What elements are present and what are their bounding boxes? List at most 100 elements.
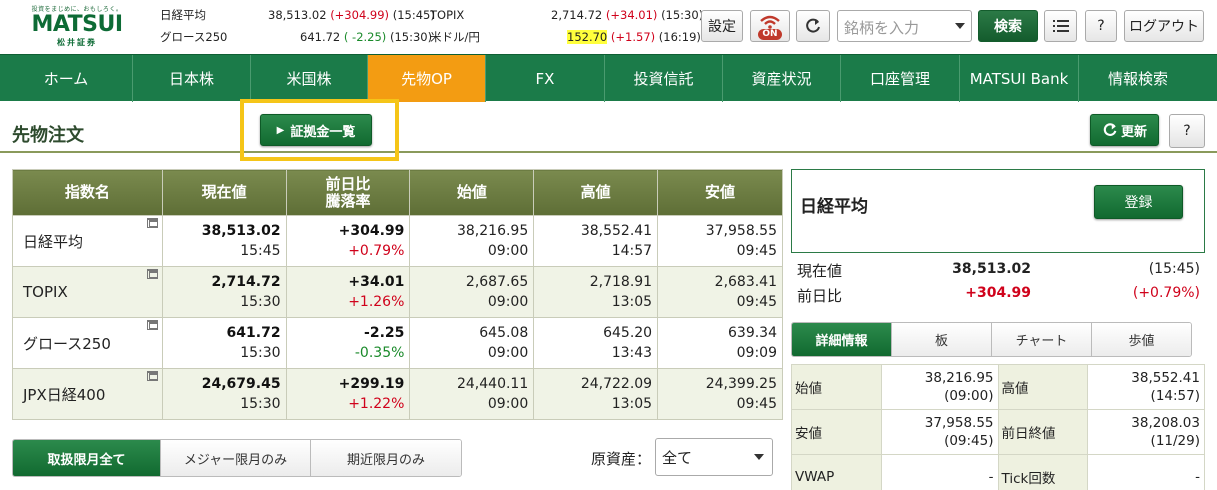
detail-key: 安値 — [791, 409, 882, 455]
popup-window-icon[interactable] — [146, 371, 158, 381]
detail-value-main: 38,216.95 — [924, 370, 994, 386]
col-header-index-name: 指数名 — [12, 169, 163, 216]
ticker-time: (15:30) — [661, 8, 704, 22]
page-title: 先物注文 — [12, 125, 84, 146]
col-header-low: 安値 — [657, 169, 783, 216]
chevron-down-icon — [754, 454, 764, 460]
register-button[interactable]: 登録 — [1094, 185, 1183, 219]
change-pct: (+0.79%) — [1132, 285, 1200, 301]
underlying-selected: 全て — [662, 449, 693, 467]
open-value: 645.08 — [479, 325, 529, 341]
matsui-logo[interactable]: 投資をまじめに、おもしろく。 MATSUI 松井証券 — [22, 4, 132, 50]
refresh-icon — [1103, 123, 1117, 136]
open-cell: 645.08 09:00 — [409, 317, 535, 369]
open-time: 09:00 — [487, 294, 529, 310]
nav-item-japan-stocks[interactable]: 日本株 — [133, 55, 251, 102]
index-name-cell[interactable]: TOPIX — [12, 266, 163, 318]
open-value: 2,687.65 — [465, 274, 529, 290]
nav-item-matsui-bank[interactable]: MATSUI Bank — [960, 55, 1079, 102]
tab-order-book[interactable]: 板 — [892, 323, 992, 356]
margin-list-label: 証拠金一覧 — [290, 124, 356, 140]
table-row[interactable]: JPX日経400 24,679.45 15:30 +299.19 +1.22% 24… — [12, 368, 783, 420]
index-name-cell[interactable]: 日経平均 — [12, 215, 163, 267]
ticker-value: 641.72 — [300, 30, 341, 44]
change-value: +34.01 — [348, 274, 405, 290]
index-table: 指数名 現在値 前日比 騰落率 始値 高値 安値 日経平均 38,513.02 1… — [12, 169, 783, 420]
open-cell: 2,687.65 09:00 — [409, 266, 535, 318]
detail-key: 前日終値 — [997, 409, 1089, 455]
detail-value-sub: (09:45) — [944, 433, 994, 449]
ticker-value: 2,714.72 — [551, 8, 603, 22]
price-time: 15:45 — [240, 243, 281, 259]
table-row[interactable]: 日経平均 38,513.02 15:45 +304.99 +0.79% 38,216… — [12, 215, 783, 267]
nav-item-account[interactable]: 口座管理 — [841, 55, 960, 102]
nav-item-futures-options[interactable]: 先物OP — [368, 55, 486, 102]
underlying-label: 原資産： — [591, 450, 652, 468]
tab-tick-history[interactable]: 歩値 — [1092, 323, 1191, 356]
contract-month-tabs: 取扱限月全て メジャー限月のみ 期近限月のみ — [12, 439, 462, 477]
refresh-button[interactable]: 更新 — [1090, 114, 1159, 146]
tab-near-months[interactable]: 期近限月のみ — [311, 440, 461, 476]
tab-chart[interactable]: チャート — [992, 323, 1092, 356]
search-button[interactable]: 検索 — [978, 10, 1038, 42]
margin-list-button[interactable]: ▶ 証拠金一覧 — [260, 114, 372, 146]
col-header-high: 高値 — [533, 169, 659, 216]
index-name: グロース250 — [23, 334, 111, 353]
tab-detail-info[interactable]: 詳細情報 — [792, 323, 892, 356]
index-name-cell[interactable]: JPX日経400 — [12, 368, 163, 420]
reload-button[interactable] — [796, 10, 830, 42]
popup-window-icon[interactable] — [146, 218, 158, 228]
top-bar: 投資をまじめに、おもしろく。 MATSUI 松井証券 日経平均 38,513.0… — [0, 0, 1217, 54]
popup-window-icon[interactable] — [146, 320, 158, 330]
detail-header-box: 日経平均 登録 — [791, 169, 1205, 253]
nav-item-us-stocks[interactable]: 米国株 — [251, 55, 368, 102]
detail-value-sub: (14:57) — [1150, 388, 1200, 404]
ticker-quote: 2,714.72 (+34.01) (15:30) — [551, 8, 703, 22]
table-row[interactable]: TOPIX 2,714.72 15:30 +34.01 +1.26% 2,687.6… — [12, 266, 783, 318]
low-value: 37,958.55 — [705, 223, 777, 239]
nav-item-info-search[interactable]: 情報検索 — [1079, 55, 1197, 102]
nav-item-investment-trusts[interactable]: 投資信託 — [605, 55, 723, 102]
price-value: 38,513.02 — [201, 223, 281, 239]
change-pct: +1.22% — [348, 396, 405, 412]
wifi-icon — [760, 15, 780, 29]
page-help-button[interactable]: ? — [1169, 114, 1205, 148]
refresh-icon — [806, 18, 820, 33]
logout-button[interactable]: ログアウト — [1124, 10, 1204, 42]
ticker-time: (15:45) — [392, 8, 435, 22]
low-cell: 24,399.25 09:45 — [657, 368, 783, 420]
nav-item-assets[interactable]: 資産状況 — [723, 55, 841, 102]
low-value: 2,683.41 — [714, 274, 777, 290]
tab-all-months[interactable]: 取扱限月全て — [13, 440, 161, 476]
change-pct: -0.35% — [354, 345, 405, 361]
high-cell: 38,552.41 14:57 — [533, 215, 659, 267]
col-header-price: 現在値 — [161, 169, 287, 216]
nav-item-fx[interactable]: FX — [486, 55, 605, 102]
table-row: VWAP - Tick回数 - — [791, 454, 1205, 490]
high-cell: 2,718.91 13:05 — [533, 266, 659, 318]
index-name-cell[interactable]: グロース250 — [12, 317, 163, 369]
high-cell: 24,722.09 13:05 — [533, 368, 659, 420]
table-row[interactable]: グロース250 641.72 15:30 -2.25 -0.35% 645.08 09… — [12, 317, 783, 369]
current-price-value: 38,513.02 — [952, 261, 1031, 277]
symbol-search-input[interactable]: 銘柄を入力 — [837, 10, 972, 42]
push-notification-toggle[interactable]: ON — [750, 10, 790, 42]
settings-button[interactable]: 設定 — [701, 10, 743, 42]
popup-window-icon[interactable] — [146, 269, 158, 279]
underlying-select[interactable]: 全て — [655, 438, 773, 476]
menu-button[interactable] — [1044, 10, 1077, 42]
price-time: 15:30 — [240, 345, 281, 361]
high-time: 13:05 — [611, 294, 653, 310]
nav-item-home[interactable]: ホーム — [0, 55, 133, 102]
help-button[interactable]: ? — [1085, 10, 1117, 42]
low-time: 09:45 — [736, 243, 777, 259]
detail-value: - — [880, 454, 999, 490]
detail-key: VWAP — [791, 454, 882, 490]
ticker-change: ( -2.25) — [343, 30, 387, 44]
price-cell: 2,714.72 15:30 — [161, 266, 287, 318]
list-icon — [1052, 20, 1069, 32]
refresh-label: 更新 — [1120, 124, 1147, 140]
tab-major-months[interactable]: メジャー限月のみ — [161, 440, 311, 476]
ticker-change: (+34.01) — [605, 8, 658, 22]
detail-value-main: 38,208.03 — [1131, 415, 1200, 431]
